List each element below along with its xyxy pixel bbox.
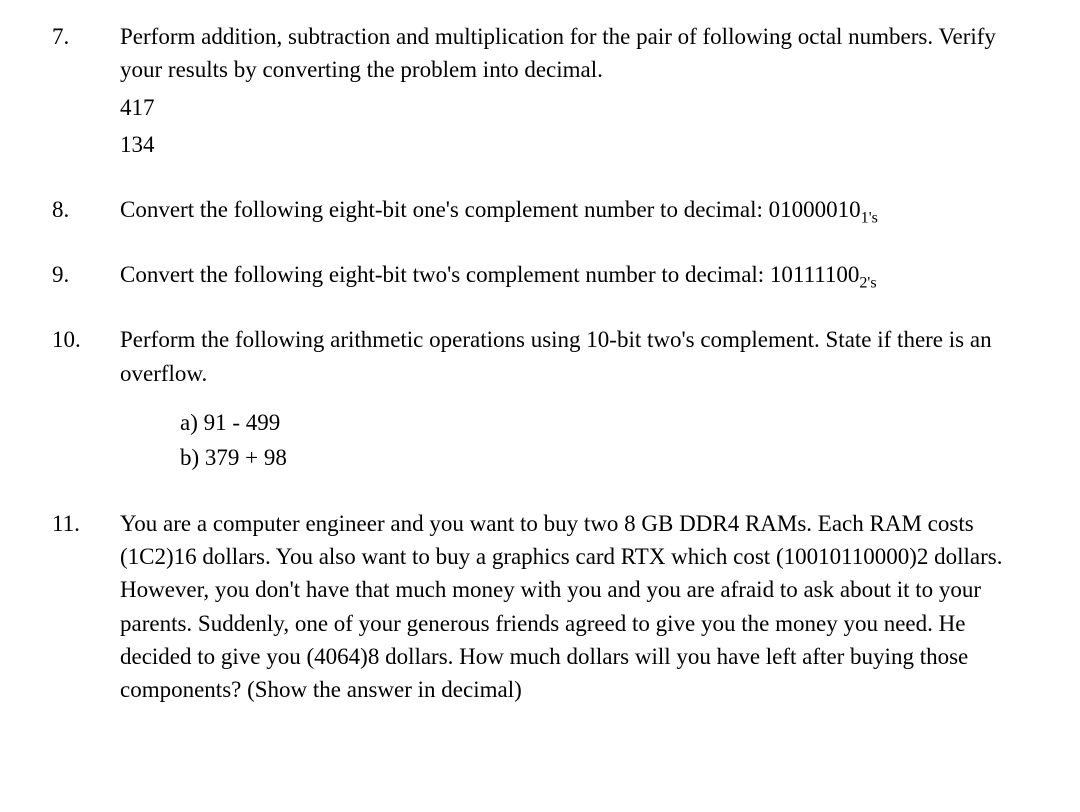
sub-item-a: a) 91 - 499 xyxy=(180,406,1020,439)
question-7: 7. Perform addition, subtraction and mul… xyxy=(40,20,1040,165)
question-value: 134 xyxy=(120,128,1020,161)
sub-items: a) 91 - 499 b) 379 + 98 xyxy=(180,406,1020,475)
question-number: 8. xyxy=(40,193,120,230)
question-number: 7. xyxy=(40,20,120,165)
question-body: Convert the following eight-bit one's co… xyxy=(120,193,1040,230)
question-text: Perform the following arithmetic operati… xyxy=(120,323,1020,390)
question-body: Convert the following eight-bit two's co… xyxy=(120,258,1040,295)
question-number: 9. xyxy=(40,258,120,295)
question-text: You are a computer engineer and you want… xyxy=(120,507,1020,707)
question-text: Convert the following eight-bit one's co… xyxy=(120,197,861,222)
question-8: 8. Convert the following eight-bit one's… xyxy=(40,193,1040,230)
sub-item-b: b) 379 + 98 xyxy=(180,441,1020,474)
question-9: 9. Convert the following eight-bit two's… xyxy=(40,258,1040,295)
question-number: 10. xyxy=(40,323,120,478)
question-10: 10. Perform the following arithmetic ope… xyxy=(40,323,1040,478)
question-body: You are a computer engineer and you want… xyxy=(120,507,1040,707)
question-body: Perform addition, subtraction and multip… xyxy=(120,20,1040,165)
question-text: Perform addition, subtraction and multip… xyxy=(120,20,1020,87)
question-value: 417 xyxy=(120,91,1020,124)
question-11: 11. You are a computer engineer and you … xyxy=(40,507,1040,707)
subscript: 2's xyxy=(859,275,876,292)
question-text: Convert the following eight-bit two's co… xyxy=(120,262,859,287)
subscript: 1's xyxy=(861,210,878,227)
question-number: 11. xyxy=(40,507,120,707)
question-body: Perform the following arithmetic operati… xyxy=(120,323,1040,478)
